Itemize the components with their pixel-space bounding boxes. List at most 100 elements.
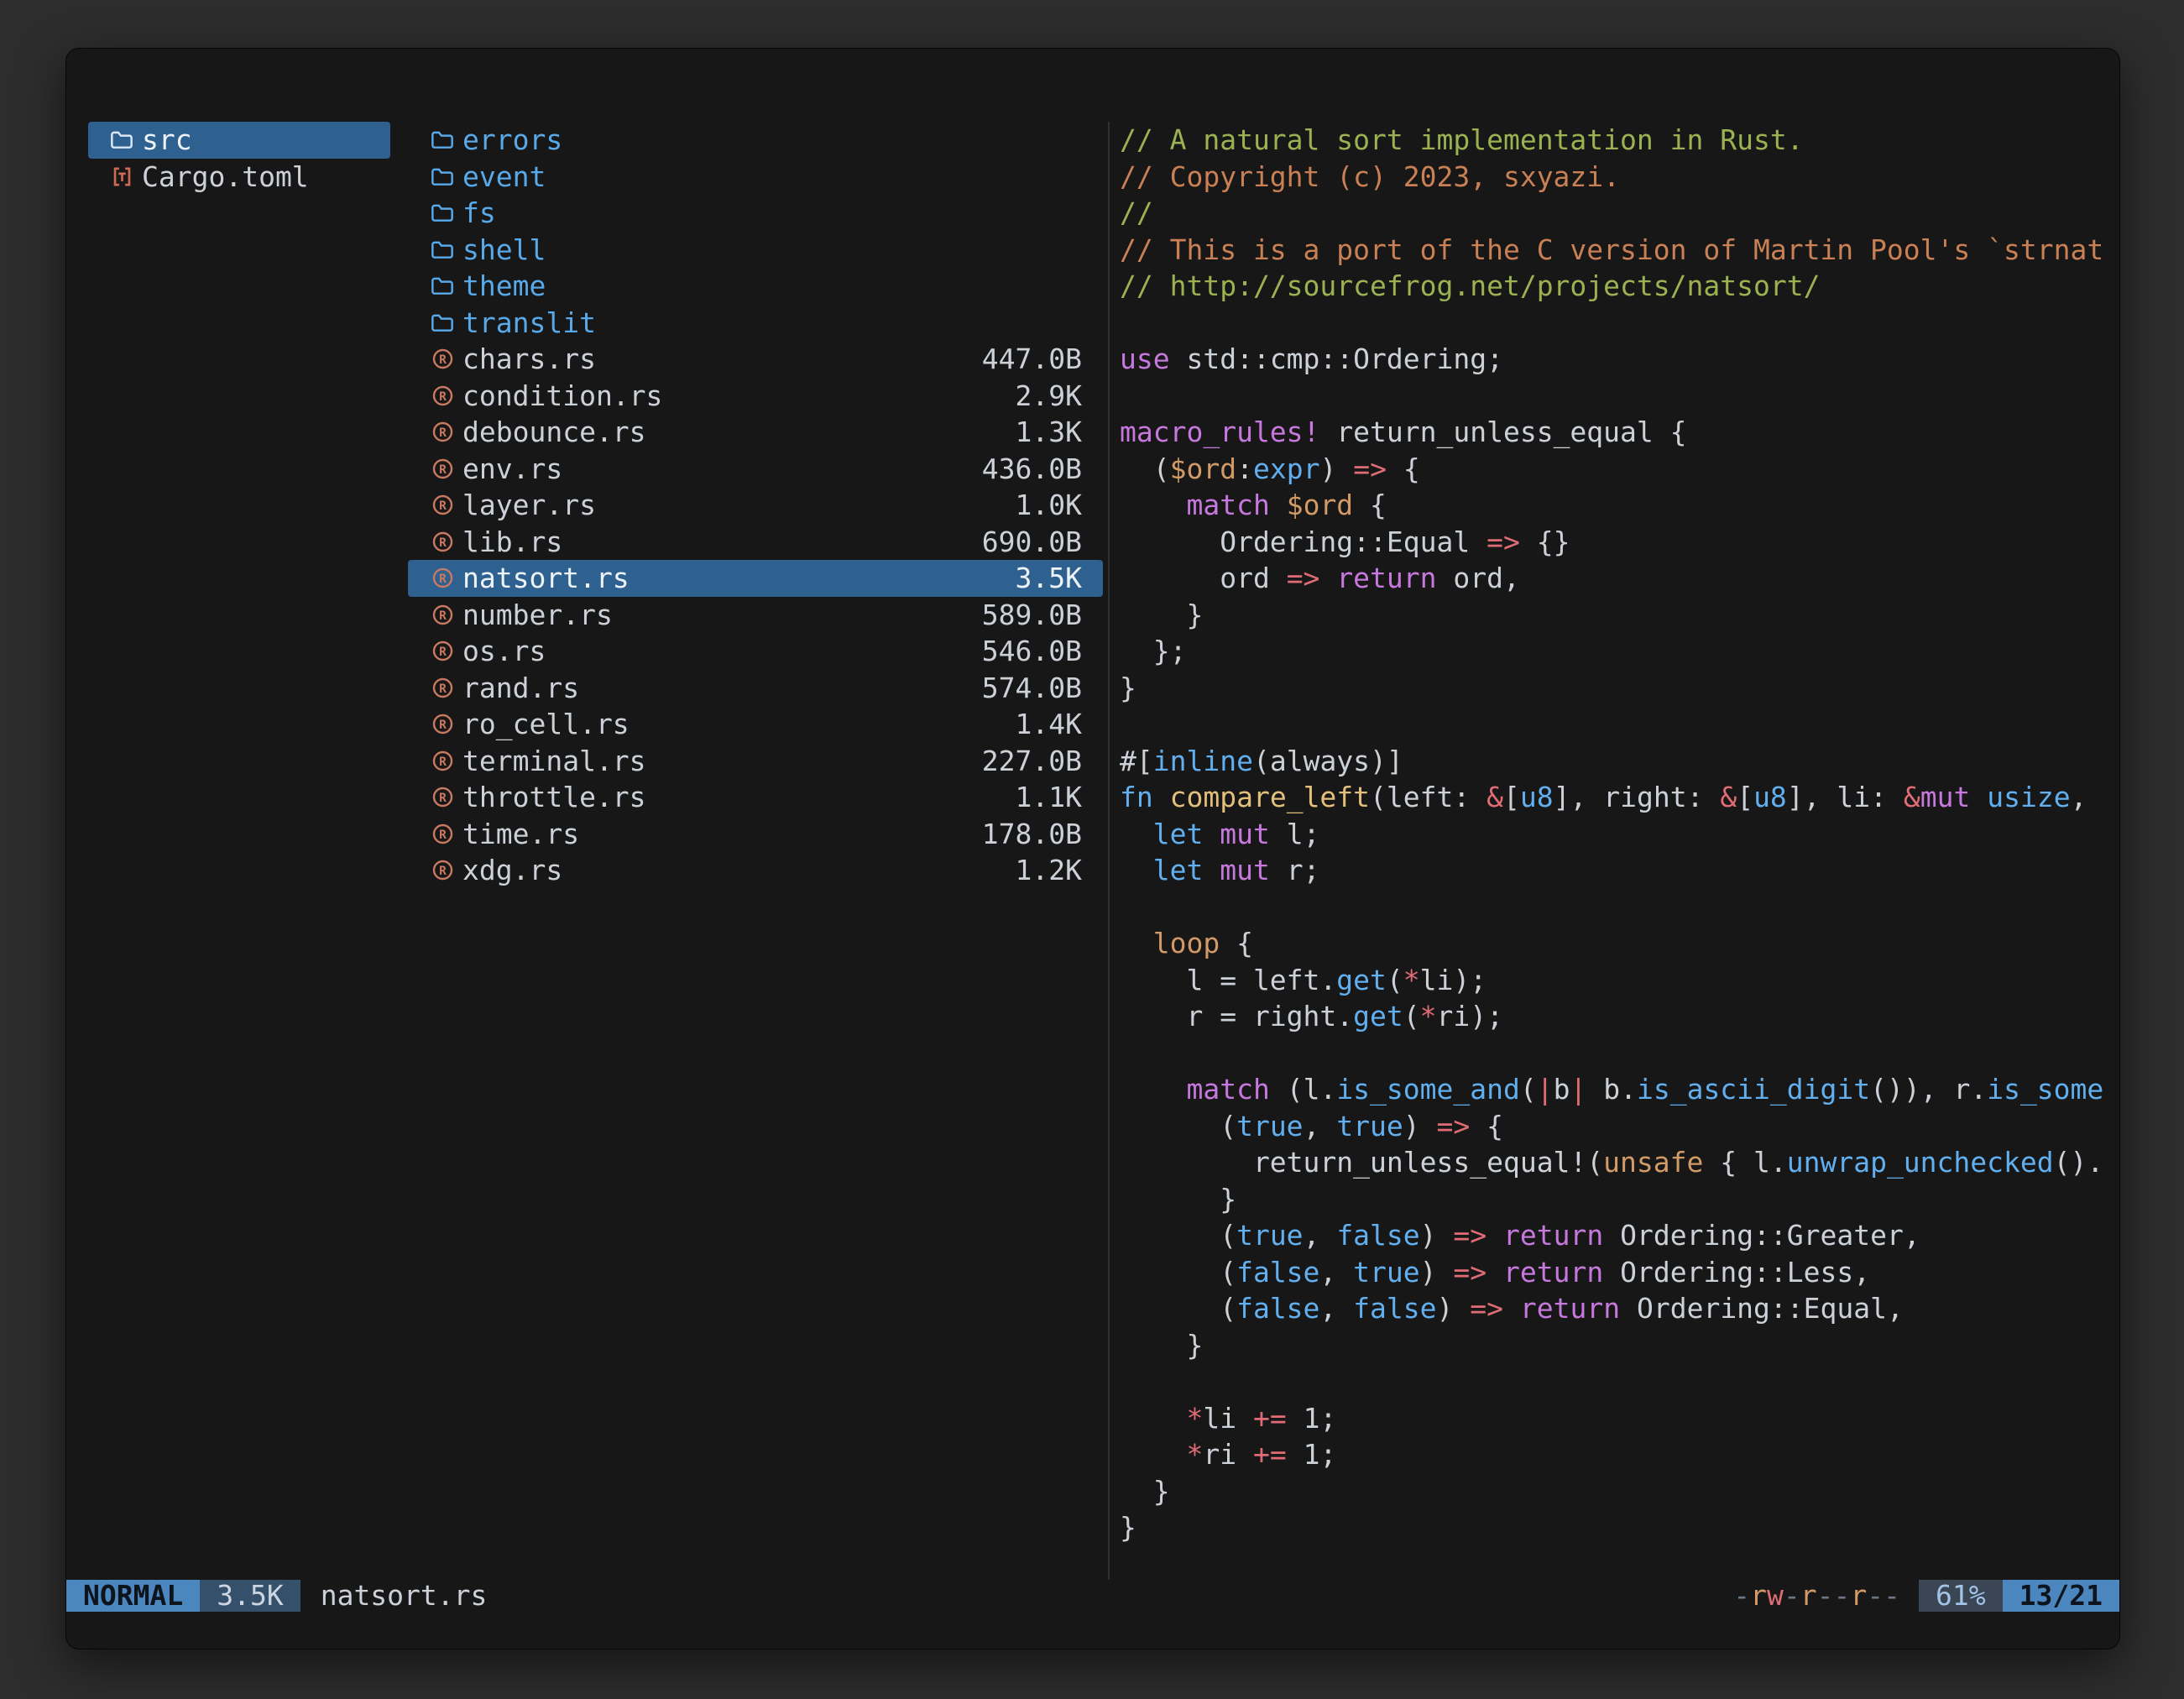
directory-row[interactable]: errors (408, 122, 1103, 159)
entry-size: 574.0B (982, 670, 1103, 707)
code-line: let mut r; (1120, 852, 2113, 889)
code-line (1120, 889, 2113, 926)
directory-row[interactable]: src (88, 122, 390, 159)
entry-name: event (462, 159, 546, 196)
entry-size: 447.0B (982, 341, 1103, 378)
svg-text:R: R (439, 792, 447, 805)
code-line: // A natural sort implementation in Rust… (1120, 122, 2113, 159)
svg-text:R: R (439, 829, 447, 842)
entry-size: 3.5K (1016, 560, 1103, 597)
code-line: loop { (1120, 925, 2113, 962)
code-line (1120, 305, 2113, 342)
code-line: } (1120, 1473, 2113, 1510)
svg-text:R: R (439, 719, 447, 732)
code-line: #[inline(always)] (1120, 743, 2113, 780)
file-row[interactable]: Rlayer.rs1.0K (408, 487, 1103, 524)
code-line (1120, 1035, 2113, 1072)
rust-file-icon: R (429, 384, 456, 408)
entry-size: 227.0B (982, 743, 1103, 780)
entry-name: terminal.rs (462, 743, 646, 780)
svg-text:R: R (439, 755, 447, 769)
code-line (1120, 378, 2113, 415)
code-line: macro_rules! return_unless_equal { (1120, 414, 2113, 451)
code-line: *li += 1; (1120, 1400, 2113, 1437)
rust-file-icon: R (429, 566, 456, 590)
file-row[interactable]: Cargo.toml (88, 159, 390, 196)
svg-text:R: R (439, 682, 447, 696)
rust-file-icon: R (429, 603, 456, 627)
entry-name: env.rs (462, 451, 562, 488)
entry-name: chars.rs (462, 341, 596, 378)
file-row[interactable]: Rterminal.rs 227.0B (408, 743, 1103, 780)
status-spacer (487, 1580, 1733, 1612)
code-line: r = right.get(*ri); (1120, 998, 2113, 1035)
code-line: } (1120, 1327, 2113, 1364)
rust-file-icon: R (429, 530, 456, 554)
file-row[interactable]: Rnatsort.rs3.5K (408, 560, 1103, 597)
code-line: *ri += 1; (1120, 1436, 2113, 1473)
entry-name: theme (462, 268, 546, 305)
entry-name: translit (462, 305, 596, 342)
file-row[interactable]: Rnumber.rs589.0B (408, 597, 1103, 634)
code-line: // http://sourcefrog.net/projects/natsor… (1120, 268, 2113, 305)
code-line: ($ord:expr) => { (1120, 451, 2113, 488)
svg-text:R: R (439, 572, 447, 586)
code-line: // Copyright (c) 2023, sxyazi. (1120, 159, 2113, 196)
file-row[interactable]: Rlib.rs 690.0B (408, 524, 1103, 561)
entry-size: 1.3K (1016, 414, 1103, 451)
file-row[interactable]: Rrand.rs 574.0B (408, 670, 1103, 707)
entry-name: throttle.rs (462, 779, 646, 816)
code-line: } (1120, 597, 2113, 634)
toml-file-icon (108, 165, 135, 189)
code-line: Ordering::Equal => {} (1120, 524, 2113, 561)
entry-name: rand.rs (462, 670, 579, 707)
code-line: // (1120, 195, 2113, 232)
code-line: (false, false) => return Ordering::Equal… (1120, 1290, 2113, 1327)
svg-text:R: R (439, 536, 447, 550)
file-row[interactable]: Rthrottle.rs 1.1K (408, 779, 1103, 816)
folder-icon (429, 311, 456, 334)
pane-divider (1108, 122, 1110, 1580)
cursor-position: 13/21 (2003, 1580, 2119, 1612)
directory-row[interactable]: theme (408, 268, 1103, 305)
status-filename: natsort.rs (321, 1580, 488, 1612)
code-line: match (l.is_some_and(|b| b.is_ascii_digi… (1120, 1071, 2113, 1108)
svg-text:R: R (439, 865, 447, 878)
current-directory-pane: errorseventfsshellthemetranslitRchars.rs… (408, 122, 1103, 889)
file-size-badge: 3.5K (200, 1580, 300, 1612)
preview-pane: // A natural sort implementation in Rust… (1120, 122, 2113, 1571)
file-row[interactable]: Rdebounce.rs1.3K (408, 414, 1103, 451)
file-row[interactable]: Rro_cell.rs1.4K (408, 706, 1103, 743)
code-line: // This is a port of the C version of Ma… (1120, 232, 2113, 269)
svg-text:R: R (439, 353, 447, 367)
directory-row[interactable]: shell (408, 232, 1103, 269)
entry-name: lib.rs (462, 524, 562, 561)
rust-file-icon: R (429, 639, 456, 663)
code-line: use std::cmp::Ordering; (1120, 341, 2113, 378)
code-line: match $ord { (1120, 487, 2113, 524)
svg-text:R: R (439, 499, 447, 513)
entry-size: 690.0B (982, 524, 1103, 561)
entry-name: number.rs (462, 597, 613, 634)
directory-row[interactable]: event (408, 159, 1103, 196)
entry-size: 1.2K (1016, 852, 1103, 889)
entry-size: 2.9K (1016, 378, 1103, 415)
code-line: } (1120, 1509, 2113, 1546)
directory-row[interactable]: fs (408, 195, 1103, 232)
code-line: (true, true) => { (1120, 1108, 2113, 1145)
file-row[interactable]: Renv.rs436.0B (408, 451, 1103, 488)
file-row[interactable]: Ros.rs546.0B (408, 633, 1103, 670)
svg-text:R: R (439, 463, 447, 477)
code-line: (false, true) => return Ordering::Less, (1120, 1254, 2113, 1291)
entry-size: 1.1K (1016, 779, 1103, 816)
file-row[interactable]: Rcondition.rs2.9K (408, 378, 1103, 415)
file-row[interactable]: Rchars.rs 447.0B (408, 341, 1103, 378)
entry-size: 1.4K (1016, 706, 1103, 743)
file-row[interactable]: Rxdg.rs1.2K (408, 852, 1103, 889)
yazi-window: srcCargo.toml errorseventfsshellthemetra… (65, 48, 2120, 1649)
directory-row[interactable]: translit (408, 305, 1103, 342)
code-line: }; (1120, 633, 2113, 670)
scroll-percentage: 61% (1919, 1580, 2003, 1612)
file-row[interactable]: Rtime.rs178.0B (408, 816, 1103, 853)
svg-text:R: R (439, 390, 447, 404)
